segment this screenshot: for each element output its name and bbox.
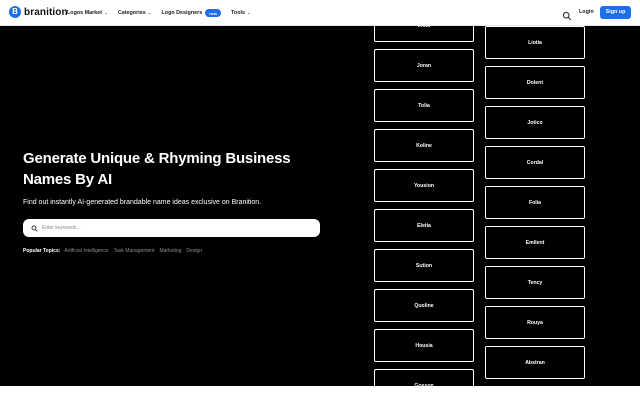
name-card[interactable]: Tency xyxy=(485,266,585,299)
name-card[interactable]: Inoto xyxy=(374,26,474,42)
nav-categories[interactable]: Categories ⌄ xyxy=(118,10,152,16)
search-icon xyxy=(562,11,572,21)
keyword-search-input[interactable] xyxy=(42,225,292,231)
name-card[interactable]: Tolia xyxy=(374,89,474,122)
topic-link[interactable]: Marketing xyxy=(159,248,181,254)
name-card[interactable]: Sution xyxy=(374,249,474,282)
nav-label: Logos Market xyxy=(67,10,103,16)
popular-topics-label: Popular Topics: xyxy=(23,248,61,254)
login-link[interactable]: Login xyxy=(579,9,594,15)
popular-topics: Popular Topics: Artificial Intelligence … xyxy=(23,248,207,254)
signup-button[interactable]: Sign up xyxy=(600,6,631,19)
new-badge: new xyxy=(205,9,222,17)
chevron-down-icon: ⌄ xyxy=(104,10,108,15)
keyword-search-box[interactable] xyxy=(23,219,320,237)
name-card[interactable]: Joran xyxy=(374,49,474,82)
nav-label: Logo Designers xyxy=(161,10,203,16)
search-button[interactable] xyxy=(562,8,572,21)
topic-link[interactable]: Artificial Intelligence xyxy=(64,248,108,254)
name-card[interactable]: Housia xyxy=(374,329,474,362)
search-icon xyxy=(31,225,38,231)
name-card[interactable]: Dolent xyxy=(485,66,585,99)
name-card[interactable]: Liotia xyxy=(485,26,585,59)
hero-title: Generate Unique & Rhyming Business Names… xyxy=(23,150,291,188)
nav-label: Tools xyxy=(231,10,245,16)
name-card[interactable]: Emilent xyxy=(485,226,585,259)
topic-link[interactable]: Design xyxy=(186,248,202,254)
main-nav: Logos Market ⌄ Categories ⌄ Logo Designe… xyxy=(67,0,261,26)
brand-logo[interactable]: B branition xyxy=(9,6,68,18)
name-card[interactable]: Cordal xyxy=(485,146,585,179)
name-card[interactable]: Yousion xyxy=(374,169,474,202)
name-card[interactable]: Quoline xyxy=(374,289,474,322)
nav-tools[interactable]: Tools ⌄ xyxy=(231,10,251,16)
name-card[interactable]: Eletia xyxy=(374,209,474,242)
name-card[interactable]: Rouya xyxy=(485,306,585,339)
topic-link[interactable]: Task Management xyxy=(114,248,155,254)
hero-subtitle: Find out instantly AI-generated brandabl… xyxy=(23,199,262,206)
name-card[interactable]: Jotico xyxy=(485,106,585,139)
hero-section: Generate Unique & Rhyming Business Names… xyxy=(0,26,640,386)
nav-logo-designers[interactable]: Logo Designers new xyxy=(161,9,222,17)
nav-label: Categories xyxy=(117,10,146,16)
name-card[interactable]: Gosson xyxy=(374,369,474,386)
chevron-down-icon: ⌄ xyxy=(147,10,152,15)
nav-logos-market[interactable]: Logos Market ⌄ xyxy=(67,10,108,16)
logo-mark-icon: B xyxy=(9,6,21,18)
top-navbar: B branition Logos Market ⌄ Categories ⌄ … xyxy=(0,0,640,26)
name-card[interactable]: Koline xyxy=(374,129,474,162)
logo-text: branition xyxy=(24,6,68,18)
page-bottom-strip xyxy=(0,386,640,400)
chevron-down-icon: ⌄ xyxy=(247,10,251,15)
name-card[interactable]: Abstran xyxy=(485,346,585,379)
name-card[interactable]: Folia xyxy=(485,186,585,219)
